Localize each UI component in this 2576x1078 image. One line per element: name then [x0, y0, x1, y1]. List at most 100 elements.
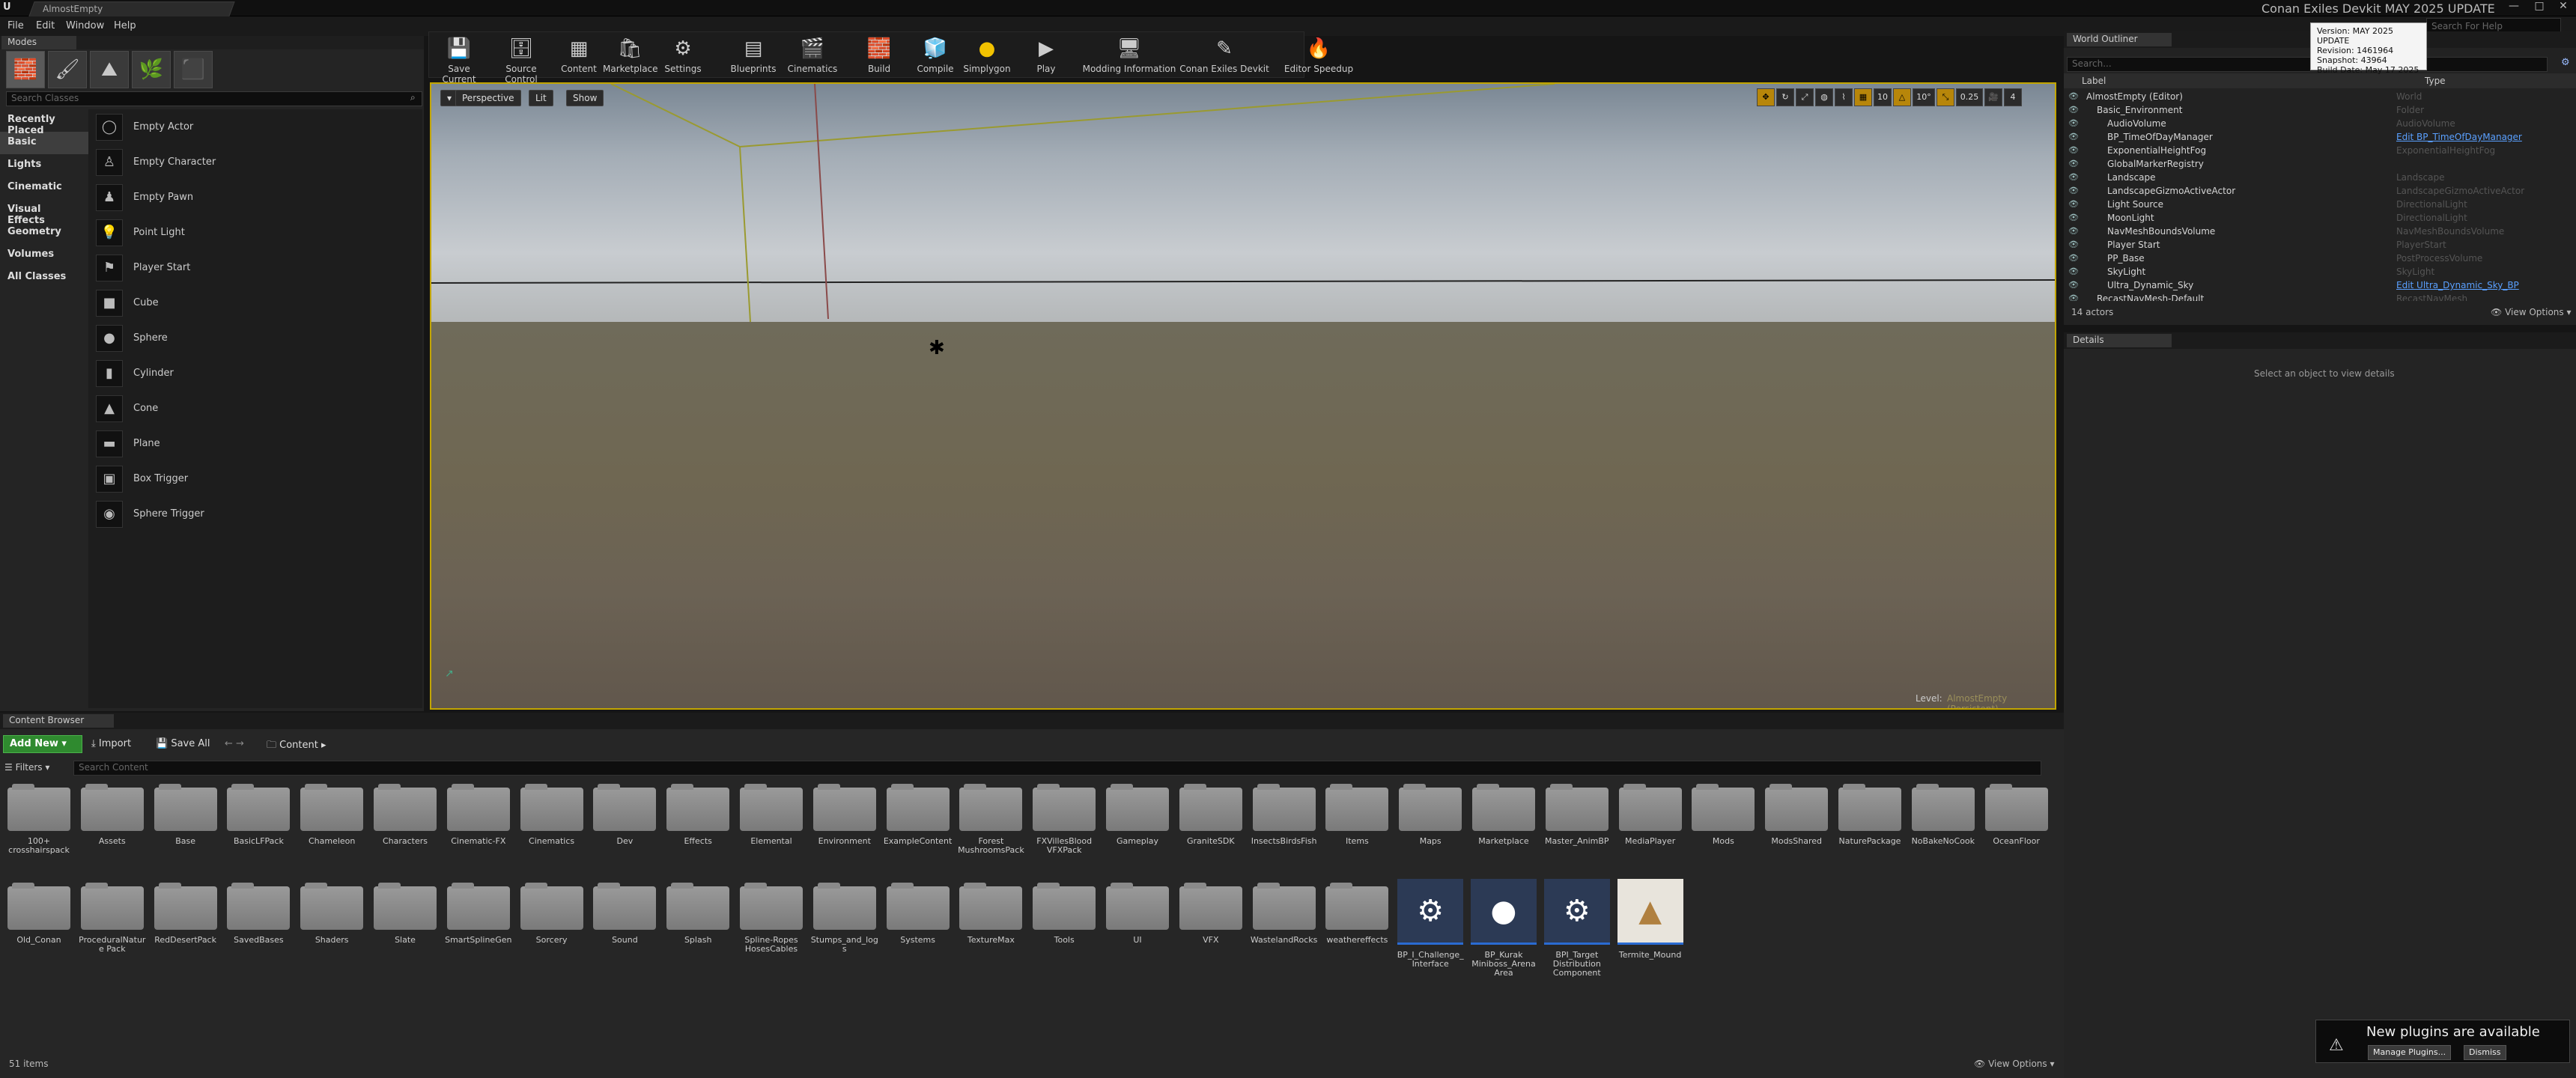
visibility-icon[interactable]: 👁 — [2068, 117, 2080, 130]
details-tab[interactable]: Details — [2067, 334, 2172, 347]
asset-tile[interactable]: ▲ Termite_Mound — [1616, 879, 1685, 969]
folder-tile[interactable]: TextureMax — [956, 883, 1025, 973]
show-button[interactable]: Show — [566, 90, 604, 106]
outliner-row[interactable]: 👁 ExponentialHeightFog ExponentialHeightFo… — [2064, 144, 2569, 157]
folder-tile[interactable]: VFX — [1176, 883, 1245, 973]
compile-button[interactable]: 🧊 Compile — [913, 35, 958, 77]
folder-tile[interactable]: ExampleContent — [884, 784, 953, 874]
folder-tile[interactable]: GraniteSDK — [1176, 784, 1245, 874]
maximize-icon[interactable]: □ — [2527, 0, 2552, 15]
folder-tile[interactable]: Dev — [590, 784, 659, 874]
level-tab[interactable]: AlmostEmpty — [28, 1, 235, 16]
rotate-icon[interactable]: ↻ — [1776, 88, 1794, 106]
surface-snap-icon[interactable]: ⌇ — [1835, 88, 1853, 106]
folder-tile[interactable]: Elemental — [737, 784, 806, 874]
menu-help[interactable]: Help — [114, 20, 136, 31]
save-current-button[interactable]: 💾 Save Current — [432, 35, 486, 85]
outliner-row[interactable]: 👁 AudioVolume AudioVolume — [2064, 117, 2569, 130]
folder-tile[interactable]: SmartSplineGen — [444, 883, 513, 973]
folder-tile[interactable]: NaturePackage — [1835, 784, 1904, 874]
editor-speedup-button[interactable]: 🔥 Editor Speedup — [1283, 35, 1355, 77]
outliner-row-type[interactable]: Edit BP_TimeOfDayManager — [2396, 130, 2522, 144]
category-volumes[interactable]: Volumes — [0, 244, 88, 267]
conan-devkit-button[interactable]: ✎ Conan Exiles Devkit — [1178, 35, 1271, 77]
lit-button[interactable]: Lit — [529, 90, 553, 106]
grid-size-value[interactable]: 10 — [1874, 88, 1892, 106]
folder-tile[interactable]: Sound — [590, 883, 659, 973]
folder-tile[interactable]: Slate — [371, 883, 440, 973]
folder-tile[interactable]: Shaders — [297, 883, 366, 973]
content-search-input[interactable]: Search Content — [73, 761, 2041, 776]
close-icon[interactable]: ✕ — [2551, 0, 2576, 15]
visibility-icon[interactable]: 👁 — [2068, 90, 2080, 103]
outliner-row[interactable]: 👁 Basic_Environment Folder — [2064, 103, 2569, 117]
visibility-icon[interactable]: 👁 — [2068, 238, 2080, 252]
outliner-row[interactable]: 👁 GlobalMarkerRegistry — [2064, 157, 2569, 171]
paint-mode-icon[interactable]: 🖌 — [48, 51, 87, 88]
scale-snap-icon[interactable]: ⤡ — [1936, 88, 1954, 106]
folder-tile[interactable]: Old_Conan — [4, 883, 73, 973]
folder-tile[interactable]: ProceduralNature Pack — [78, 883, 147, 973]
camera-speed-value[interactable]: 4 — [2004, 88, 2022, 106]
folder-tile[interactable]: 100+ crosshairspack — [4, 784, 73, 874]
scale-snap-value[interactable]: 0.25 — [1956, 88, 1983, 106]
folder-tile[interactable]: SavedBases — [224, 883, 293, 973]
marketplace-button[interactable]: 🛍 Marketplace — [603, 35, 658, 77]
type-column-header[interactable]: Type — [2425, 76, 2446, 86]
translate-icon[interactable]: ✥ — [1757, 88, 1775, 106]
folder-tile[interactable]: ModsShared — [1762, 784, 1831, 874]
add-new-button[interactable]: Add New ▾ — [3, 735, 82, 753]
outliner-view-options-button[interactable]: 👁 View Options ▾ — [2491, 307, 2572, 317]
foliage-mode-icon[interactable]: 🌿 — [132, 51, 171, 88]
folder-tile[interactable]: Stumps_and_logs — [810, 883, 879, 973]
play-button[interactable]: ▶ Play — [1028, 35, 1064, 77]
cinematics-button[interactable]: 🎬 Cinematics — [784, 35, 841, 77]
settings-icon[interactable]: ⚙ — [2561, 57, 2570, 68]
visibility-icon[interactable]: 👁 — [2068, 103, 2080, 117]
world-outliner-tab[interactable]: World Outliner — [2067, 33, 2172, 46]
list-item[interactable]: ◯ Empty Actor — [88, 109, 422, 144]
modes-tab[interactable]: Modes — [1, 36, 76, 49]
source-control-button[interactable]: 🗄 Source Control — [489, 35, 553, 85]
folder-tile[interactable]: RedDesertPack — [151, 883, 220, 973]
folder-tile[interactable]: Cinematics — [517, 784, 586, 874]
outliner-row[interactable]: 👁 SkyLight SkyLight — [2064, 265, 2569, 278]
list-item[interactable]: ▬ Plane — [88, 426, 422, 461]
folder-tile[interactable]: Effects — [663, 784, 732, 874]
rotation-snap-value[interactable]: 10° — [1913, 88, 1935, 106]
visibility-icon[interactable]: 👁 — [2068, 184, 2080, 198]
menu-window[interactable]: Window — [66, 20, 104, 31]
list-item[interactable]: 💡 Point Light — [88, 215, 422, 250]
blueprints-button[interactable]: ▤ Blueprints — [726, 35, 781, 77]
sun-gizmo-icon[interactable]: ✱ — [929, 337, 945, 359]
category-all-classes[interactable]: All Classes — [0, 267, 88, 289]
folder-tile[interactable]: Chameleon — [297, 784, 366, 874]
category-cinematic[interactable]: Cinematic — [0, 177, 88, 199]
folder-tile[interactable]: UI — [1103, 883, 1172, 973]
camera-speed-icon[interactable]: 🎥 — [1984, 88, 2002, 106]
visibility-icon[interactable]: 👁 — [2068, 278, 2080, 292]
import-button[interactable]: ⤓ Import — [91, 738, 131, 749]
asset-tile[interactable]: ⚙ BPI_Target Distribution Component — [1543, 879, 1611, 978]
visibility-icon[interactable]: 👁 — [2068, 171, 2080, 184]
viewport-menu-button[interactable]: ▾ — [440, 90, 457, 106]
list-item[interactable]: ♟ Empty Pawn — [88, 180, 422, 215]
visibility-icon[interactable]: 👁 — [2068, 144, 2080, 157]
visibility-icon[interactable]: 👁 — [2068, 265, 2080, 278]
list-item[interactable]: ⚑ Player Start — [88, 250, 422, 285]
outliner-row-type[interactable]: Edit Ultra_Dynamic_Sky_BP — [2396, 278, 2519, 292]
world-icon[interactable]: ◍ — [1815, 88, 1833, 106]
folder-tile[interactable]: Maps — [1396, 784, 1465, 874]
menu-file[interactable]: File — [7, 20, 24, 31]
scale-icon[interactable]: ⤢ — [1796, 88, 1814, 106]
folder-tile[interactable]: Mods — [1689, 784, 1758, 874]
visibility-icon[interactable]: 👁 — [2068, 157, 2080, 171]
geometry-mode-icon[interactable]: ⬛ — [174, 51, 213, 88]
folder-tile[interactable]: Gameplay — [1103, 784, 1172, 874]
landscape-mode-icon[interactable]: ⛰ — [90, 51, 129, 88]
list-item[interactable]: ▮ Cylinder — [88, 356, 422, 391]
outliner-row[interactable]: 👁 MoonLight DirectionalLight — [2064, 211, 2569, 225]
breadcrumb[interactable]: 🗀 Content ▸ — [267, 738, 326, 755]
folder-tile[interactable]: Sorcery — [517, 883, 586, 973]
content-browser-tab[interactable]: Content Browser — [3, 714, 114, 728]
